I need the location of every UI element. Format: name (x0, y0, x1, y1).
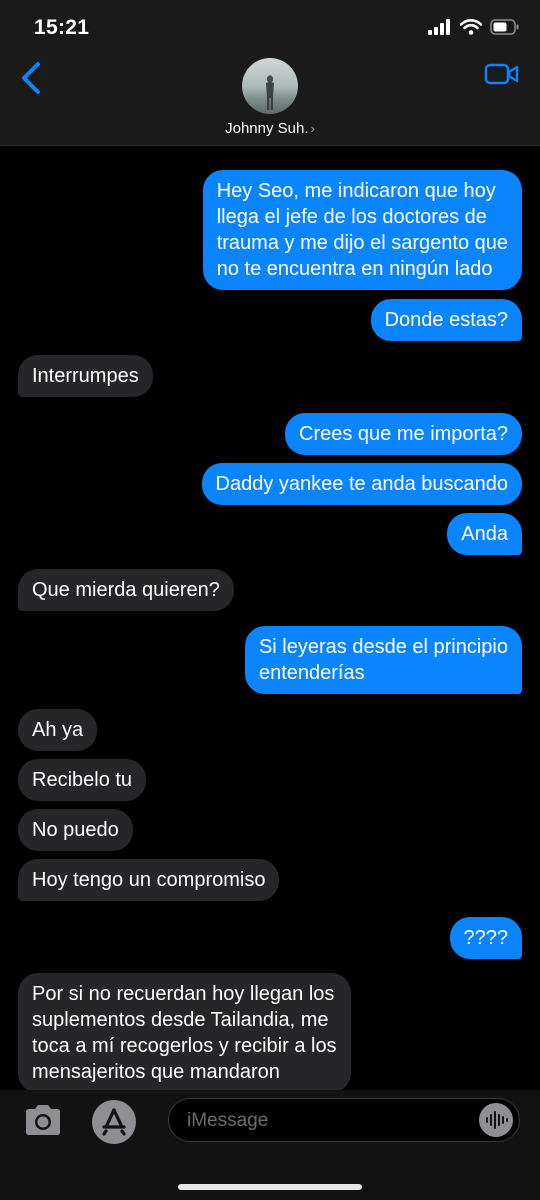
message-bubble-outgoing[interactable]: Si leyeras desde el principio entendería… (244, 626, 522, 694)
message-bubble-incoming[interactable]: Que mierda quieren? (18, 569, 234, 611)
avatar-photo (266, 75, 274, 110)
message-bubble-outgoing[interactable]: Crees que me importa? (285, 413, 522, 455)
cellular-signal-icon (428, 19, 450, 35)
battery-icon (490, 19, 519, 35)
imessage-input[interactable]: iMessage (168, 1098, 520, 1142)
video-call-button[interactable] (484, 60, 520, 88)
chevron-right-icon: › (310, 121, 315, 136)
contact-name: Johnny Suh. (225, 120, 309, 137)
message-bubble-outgoing[interactable]: Donde estas? (370, 299, 522, 341)
avatar[interactable] (242, 58, 298, 114)
home-indicator[interactable] (178, 1184, 362, 1190)
video-camera-icon (484, 63, 519, 85)
contact-name-button[interactable]: Johnny Suh. › (0, 120, 540, 137)
wifi-icon (460, 19, 482, 35)
message-bubble-incoming[interactable]: Hoy tengo un compromiso (18, 859, 280, 901)
camera-button[interactable] (22, 1103, 64, 1137)
message-bubble-incoming[interactable]: Interrumpes (18, 355, 153, 397)
status-icons (428, 16, 520, 38)
status-time: 15:21 (34, 16, 90, 39)
message-input-bar: iMessage (0, 1090, 540, 1200)
chevron-left-icon (22, 62, 40, 94)
message-bubble-outgoing[interactable]: Daddy yankee te anda buscando (201, 463, 522, 505)
app-store-button[interactable] (92, 1100, 136, 1144)
conversation-header: 15:21 Johnny Suh. › (0, 0, 540, 146)
message-bubble-outgoing[interactable]: ???? (449, 917, 522, 959)
app-store-icon (102, 1108, 126, 1136)
message-bubble-outgoing[interactable]: Hey Seo, me indicaron que hoy llega el j… (202, 170, 522, 290)
back-button[interactable] (18, 60, 48, 96)
message-bubble-incoming[interactable]: Recibelo tu (18, 759, 147, 801)
message-bubble-incoming[interactable]: Ah ya (18, 709, 98, 751)
camera-icon (26, 1105, 60, 1135)
message-bubble-outgoing[interactable]: Anda (447, 513, 522, 555)
message-bubble-incoming[interactable]: Por si no recuerdan hoy llegan los suple… (18, 973, 351, 1093)
audio-waveform-icon (486, 1111, 508, 1129)
message-bubble-incoming[interactable]: No puedo (18, 809, 133, 851)
audio-message-button[interactable] (479, 1103, 513, 1137)
input-placeholder: iMessage (187, 1110, 269, 1131)
